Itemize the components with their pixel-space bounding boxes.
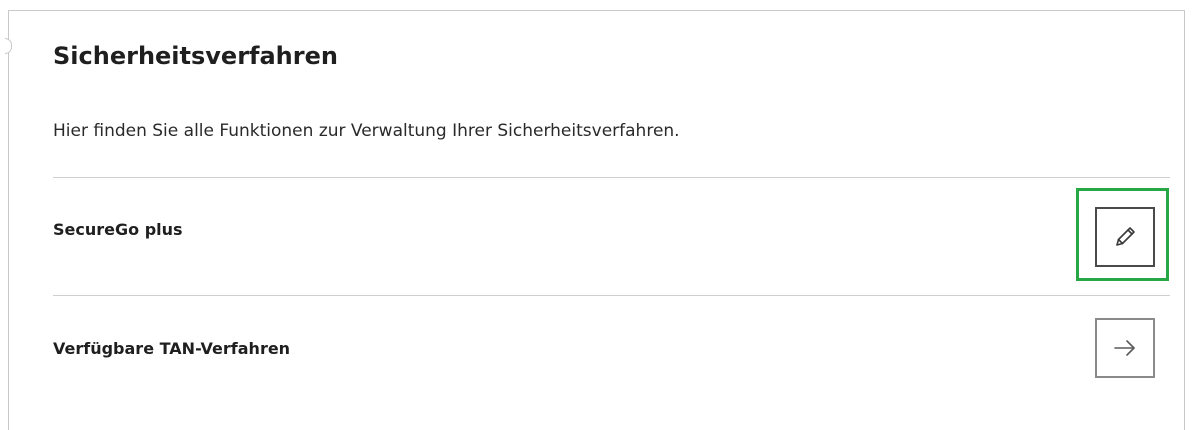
row-label-tan-verfahren: Verfügbare TAN-Verfahren (53, 339, 291, 358)
section-title: Sicherheitsverfahren (53, 42, 338, 70)
section-description: Hier finden Sie alle Funktionen zur Verw… (53, 121, 680, 141)
divider (53, 295, 1170, 296)
edit-securego-button[interactable] (1095, 207, 1155, 267)
arrow-right-icon (1111, 334, 1139, 362)
divider (53, 177, 1170, 178)
pencil-icon (1111, 223, 1139, 251)
open-tan-methods-button[interactable] (1095, 318, 1155, 378)
row-label-securego-plus: SecureGo plus (53, 220, 183, 239)
